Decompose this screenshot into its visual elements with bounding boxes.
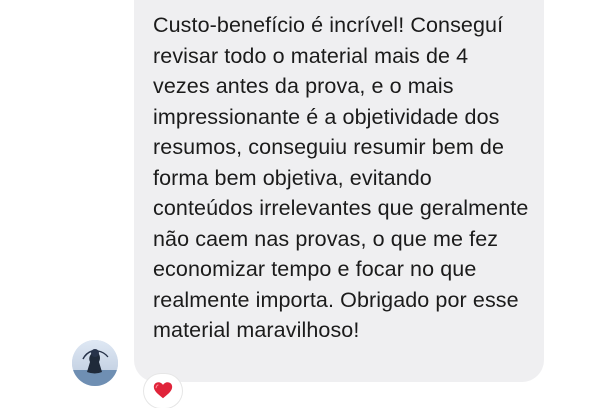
message-bubble[interactable]: Custo-benefício é incrível! Conseguí rev…: [134, 0, 544, 382]
chat-message-row: Custo-benefício é incrível! Conseguí rev…: [0, 0, 600, 408]
message-text: Custo-benefício é incrível! Conseguí rev…: [153, 13, 529, 342]
red-heart-icon: [153, 382, 173, 399]
avatar-photo-icon: [72, 340, 118, 386]
message-reaction[interactable]: [144, 374, 182, 408]
sender-avatar[interactable]: [72, 340, 118, 386]
